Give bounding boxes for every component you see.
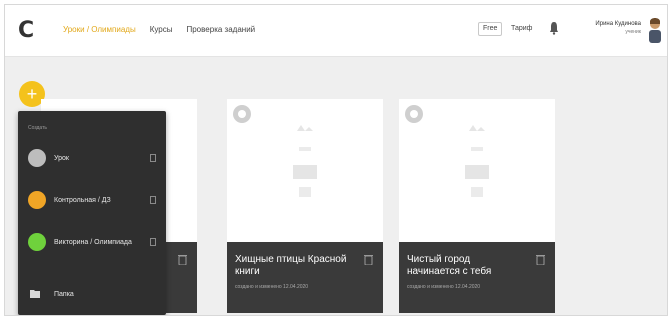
top-header: С Уроки / Олимпиады Курсы Проверка задан… (5, 5, 667, 57)
menu-item-label: Урок (54, 155, 69, 162)
user-role: ученик (625, 29, 641, 35)
thumbnail-placeholder-icon (465, 125, 489, 197)
card-date: создано и изменено 12.04.2020 (407, 284, 481, 290)
folder-icon (30, 290, 40, 298)
lesson-card[interactable]: Хищные птицы Красной книги создано и изм… (227, 99, 383, 313)
quiz-icon (28, 233, 46, 251)
lesson-card[interactable]: Чистый город начинается с тебя создано и… (399, 99, 555, 313)
menu-item-label: Папка (54, 291, 74, 298)
tariff-link[interactable]: Тариф (511, 25, 532, 32)
nav-lessons[interactable]: Уроки / Олимпиады (63, 25, 136, 34)
lesson-type-icon (405, 105, 423, 123)
menu-item-folder[interactable]: Папка (28, 285, 156, 305)
info-icon[interactable] (150, 238, 156, 246)
lesson-icon (28, 149, 46, 167)
trash-icon[interactable] (364, 254, 373, 265)
bell-icon[interactable] (549, 21, 559, 35)
menu-item-label: Контрольная / ДЗ (54, 197, 111, 204)
thumbnail-placeholder-icon (293, 125, 317, 197)
card-footer: Хищные птицы Красной книги создано и изм… (227, 242, 383, 313)
card-title[interactable]: Чистый город начинается с тебя (407, 254, 525, 278)
trash-icon[interactable] (178, 254, 187, 265)
info-icon[interactable] (150, 196, 156, 204)
info-icon[interactable] (150, 154, 156, 162)
menu-item-label: Викторина / Олимпиада (54, 239, 132, 246)
test-icon (28, 191, 46, 209)
card-title[interactable]: Хищные птицы Красной книги (235, 254, 353, 278)
menu-item-quiz[interactable]: Викторина / Олимпиада (28, 233, 156, 253)
tariff-badge[interactable]: Free (478, 22, 503, 36)
main-nav: Уроки / Олимпиады Курсы Проверка заданий (63, 25, 255, 34)
menu-item-test[interactable]: Контрольная / ДЗ (28, 191, 156, 211)
card-footer: Чистый город начинается с тебя создано и… (399, 242, 555, 313)
nav-courses[interactable]: Курсы (150, 25, 173, 34)
user-name[interactable]: Ирина Кудинова (575, 20, 641, 28)
nav-review[interactable]: Проверка заданий (186, 25, 255, 34)
avatar[interactable] (647, 17, 663, 43)
trash-icon[interactable] (536, 254, 545, 265)
create-menu: Создать Урок Контрольная / ДЗ Викторина … (18, 111, 166, 315)
menu-item-lesson[interactable]: Урок (28, 149, 156, 169)
app-frame: С Уроки / Олимпиады Курсы Проверка задан… (4, 4, 668, 316)
lesson-type-icon (233, 105, 251, 123)
logo[interactable]: С (18, 20, 38, 42)
card-date: создано и изменено 12.04.2020 (235, 284, 309, 290)
menu-heading: Создать (28, 125, 48, 131)
